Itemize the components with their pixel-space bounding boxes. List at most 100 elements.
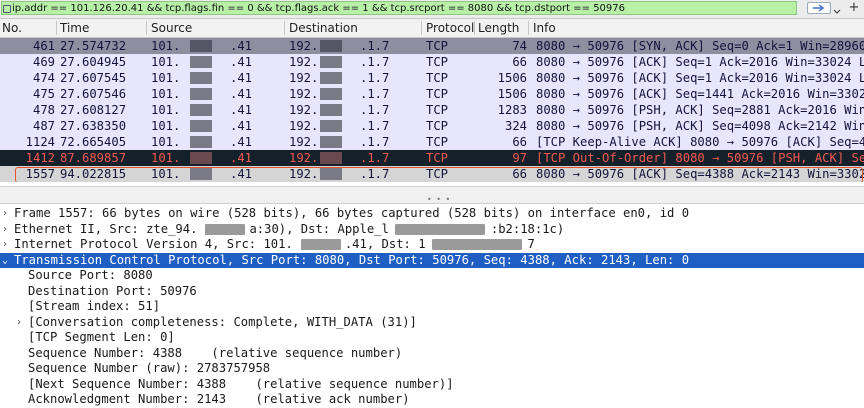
packet-row[interactable]: 474 27.607545 101. .41 192. .1.7 TCP 1506 8080 →…: [0, 70, 864, 86]
packet-protocol: TCP: [426, 103, 449, 117]
detail-text-end: 7: [527, 237, 535, 251]
detail-tree-row[interactable]: › [Conversation completeness: Complete, W…: [0, 315, 864, 331]
packet-source-tail: .41: [230, 103, 253, 117]
packet-destination: 192.: [289, 135, 319, 149]
packet-number: 475: [32, 87, 55, 101]
packet-source-tail: .41: [230, 151, 253, 165]
detail-tree-row[interactable]: Sequence Number (raw): 2783757958: [0, 361, 864, 377]
redacted-address: [190, 104, 212, 116]
packet-time: 27.638350: [60, 119, 127, 133]
packet-destination: 192.: [289, 119, 319, 133]
column-header-destination[interactable]: Destination: [289, 21, 358, 35]
detail-text: Transmission Control Protocol, Src Port:…: [14, 252, 690, 267]
packet-length: 324: [504, 119, 527, 133]
packet-source: 101.: [151, 39, 181, 53]
display-filter-input[interactable]: ip.addr == 101.126.20.41 && tcp.flags.fi…: [1, 1, 797, 15]
packet-time: 27.574732: [60, 39, 127, 53]
detail-tree-row[interactable]: [TCP Segment Len: 0]: [0, 330, 864, 346]
chevron-right-icon[interactable]: ›: [2, 237, 11, 253]
redacted-address: [320, 104, 342, 116]
packet-protocol: TCP: [426, 135, 449, 149]
detail-text: Frame 1557: 66 bytes on wire (528 bits),…: [14, 206, 690, 220]
detail-tree-row[interactable]: Sequence Number: 4388 (relative sequence…: [0, 346, 864, 362]
redacted-address: [320, 40, 342, 52]
packet-destination-tail: .1.7: [360, 135, 390, 149]
column-header-info[interactable]: Info: [533, 21, 556, 35]
packet-source: 101.: [151, 119, 181, 133]
packet-row[interactable]: 1124 72.665405 101. .41 192. .1.7 TCP 66 [TCP Ke…: [0, 134, 864, 150]
chevron-right-icon[interactable]: ›: [2, 206, 11, 222]
detail-tree-label: Sequence Number: 4388 (relative sequence…: [28, 346, 402, 362]
detail-tree-row[interactable]: ⌄ Transmission Control Protocol, Src Port…: [0, 252, 864, 269]
packet-time: 27.607545: [60, 71, 127, 85]
packet-info: 8080 → 50976 [PSH, ACK] Seq=2881 Ack=201…: [536, 103, 864, 117]
pane-splitter[interactable]: • • •: [0, 186, 864, 204]
packet-details-tree: › Frame 1557: 66 bytes on wire (528 bits)…: [0, 206, 864, 408]
detail-tree-row[interactable]: › Internet Protocol Version 4, Src: 101..…: [0, 237, 864, 253]
detail-tree-row[interactable]: Destination Port: 50976: [0, 284, 864, 300]
packet-row[interactable]: 475 27.607546 101. .41 192. .1.7 TCP 1506 8080 →…: [0, 86, 864, 102]
packet-source: 101.: [151, 135, 181, 149]
add-filter-button[interactable]: +: [846, 0, 862, 16]
packet-row[interactable]: 487 27.638350 101. .41 192. .1.7 TCP 324 8080 → …: [0, 118, 864, 134]
column-header-protocol[interactable]: Protocol: [426, 21, 474, 35]
filter-history-dropdown[interactable]: [832, 2, 842, 14]
display-filter-text: ip.addr == 101.126.20.41 && tcp.flags.fi…: [12, 3, 626, 14]
detail-tree-label: Internet Protocol Version 4, Src: 101. .4…: [14, 237, 535, 253]
column-header-source[interactable]: Source: [151, 21, 192, 35]
packet-time: 27.608127: [60, 103, 127, 117]
detail-text: Destination Port: 50976: [28, 283, 197, 298]
detail-tree-label: Source Port: 8080: [28, 268, 153, 284]
packet-info: [TCP Keep-Alive ACK] 8080 → 50976 [ACK] …: [536, 135, 864, 149]
detail-text-end: :b2:18:1c): [490, 221, 565, 236]
detail-tree-row[interactable]: Source Port: 8080: [0, 268, 864, 284]
detail-tree-row[interactable]: [Next Sequence Number: 4388 (relative se…: [0, 377, 864, 393]
detail-tree-label: [Conversation completeness: Complete, WI…: [28, 315, 417, 331]
redacted-address: [320, 152, 342, 164]
packet-row[interactable]: 1412 87.689857 101. .41 192. .1.7 TCP 97 [TCP Ou…: [0, 150, 864, 166]
detail-tree-label: Transmission Control Protocol, Src Port:…: [14, 253, 689, 269]
chevron-right-icon[interactable]: ›: [16, 315, 25, 331]
detail-tree-row[interactable]: › Frame 1557: 66 bytes on wire (528 bits)…: [0, 206, 864, 222]
packet-destination-tail: .1.7: [360, 87, 390, 101]
packet-destination-tail: .1.7: [360, 151, 390, 165]
redacted-address: [190, 120, 212, 132]
packet-length: 1506: [497, 87, 527, 101]
bookmark-icon[interactable]: [3, 5, 11, 13]
column-header-no[interactable]: No.: [2, 21, 22, 35]
redacted-address: [320, 120, 342, 132]
chevron-down-icon[interactable]: ⌄: [2, 253, 11, 269]
packet-row[interactable]: 461 27.574732 101. .41 192. .1.7 TCP 74 8080 → 5…: [0, 38, 864, 54]
detail-tree-label: [Next Sequence Number: 4388 (relative se…: [28, 377, 454, 393]
packet-info: [TCP Out-Of-Order] 8080 → 50976 [PSH, AC…: [536, 151, 864, 165]
packet-source: 101.: [151, 103, 181, 117]
packet-destination: 192.: [289, 71, 319, 85]
packet-destination: 192.: [289, 103, 319, 117]
redacted-value: [300, 239, 341, 250]
redacted-value: [431, 239, 522, 250]
chevron-right-icon[interactable]: ›: [2, 222, 11, 238]
apply-filter-button[interactable]: [807, 2, 831, 14]
packet-info: 8080 → 50976 [ACK] Seq=1441 Ack=2016 Win…: [536, 87, 864, 101]
detail-text: [Conversation completeness: Complete, WI…: [28, 314, 417, 329]
packet-info: 8080 → 50976 [ACK] Seq=1 Ack=2016 Win=33…: [536, 55, 864, 69]
detail-tree-row[interactable]: [Stream index: 51]: [0, 299, 864, 315]
detail-text: Acknowledgment Number: 2143 (relative ac…: [28, 392, 410, 406]
packet-row[interactable]: 478 27.608127 101. .41 192. .1.7 TCP 1283 8080 →…: [0, 102, 864, 118]
packet-time: 72.665405: [60, 135, 127, 149]
packet-source: 101.: [151, 55, 181, 69]
detail-tree-label: [Stream index: 51]: [28, 299, 160, 315]
packet-time: 27.604945: [60, 55, 127, 69]
column-header-time[interactable]: Time: [60, 21, 89, 35]
detail-text: [TCP Segment Len: 0]: [28, 330, 175, 344]
packet-row[interactable]: 469 27.604945 101. .41 192. .1.7 TCP 66 8080 → 5…: [0, 54, 864, 70]
packet-row[interactable]: 1557 94.022815 101. .41 192.1.1.7 TCP 66 8080 →…: [0, 166, 864, 182]
detail-text-middle: a:30), Dst: Apple_l: [249, 221, 389, 236]
packet-number: 474: [32, 71, 55, 85]
column-header-length[interactable]: Length: [478, 21, 519, 35]
packet-length: 74: [512, 39, 527, 53]
detail-text: Sequence Number: 4388 (relative sequence…: [28, 345, 403, 360]
detail-tree-row[interactable]: › Ethernet II, Src: zte_94. a:30), Dst: Ap…: [0, 222, 864, 238]
detail-text: Sequence Number (raw): 2783757958: [28, 361, 271, 375]
detail-tree-label: Ethernet II, Src: zte_94. a:30), Dst: App…: [14, 222, 564, 238]
